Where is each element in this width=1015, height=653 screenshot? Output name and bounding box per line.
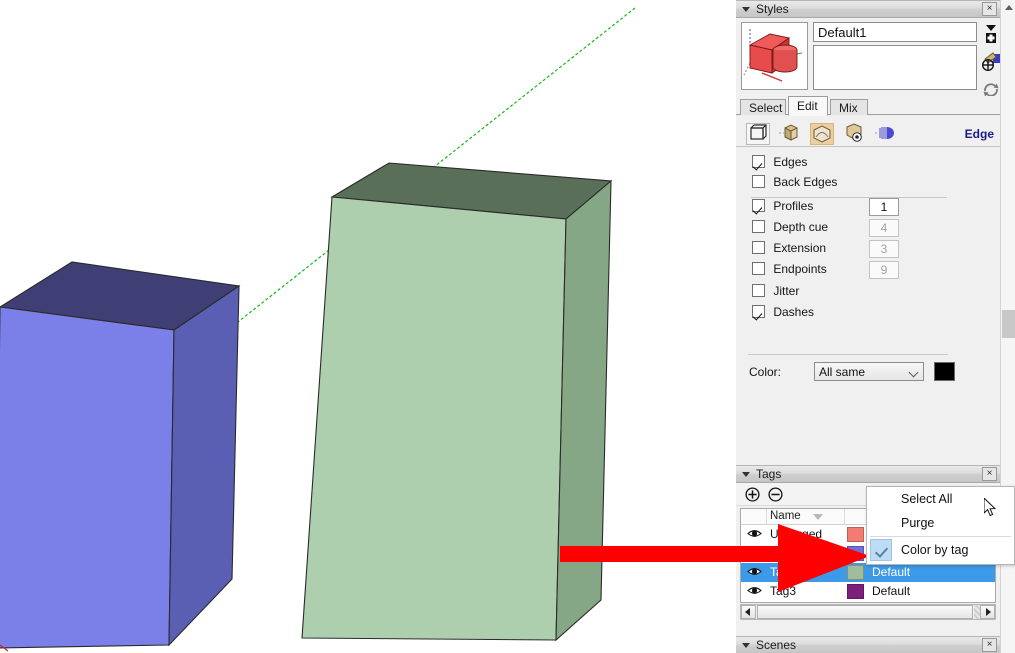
tags-horizontal-scrollbar[interactable]	[740, 604, 996, 620]
tab-select[interactable]: Select	[740, 99, 786, 115]
edge-color-swatch[interactable]	[934, 362, 955, 381]
checkbox-endpoints-row[interactable]: Endpoints	[752, 261, 827, 279]
scrollbar-thumb[interactable]	[757, 605, 973, 619]
tags-panel-title: Tags	[756, 467, 782, 481]
watermark-settings-icon[interactable]	[842, 123, 866, 145]
create-new-style-icon[interactable]	[981, 22, 1001, 46]
checkbox-dashes-row[interactable]: Dashes	[752, 304, 814, 322]
add-tag-button[interactable]	[745, 487, 760, 502]
checkbox-endpoints-label: Endpoints	[773, 261, 827, 276]
red-arrow-annotation	[560, 524, 870, 599]
color-label: Color:	[749, 365, 782, 379]
remove-tag-button[interactable]	[768, 487, 783, 502]
extension-value-input[interactable]: 3	[869, 240, 899, 258]
edge-settings-icon[interactable]	[746, 123, 770, 145]
checkbox-jitter[interactable]	[752, 284, 765, 298]
close-icon[interactable]: ×	[982, 638, 997, 652]
scenes-panel-title: Scenes	[756, 638, 797, 652]
collapse-triangle-icon[interactable]	[742, 642, 750, 648]
styles-panel: Styles × Default1 Select Edit Mix	[736, 0, 1000, 116]
styles-panel-title: Styles	[756, 2, 789, 16]
edge-color-selected-value: All same	[819, 365, 866, 379]
sketchup-window: Styles × Default1 Select Edit Mix Edge E…	[0, 0, 1015, 653]
divider-2	[748, 354, 948, 355]
tab-mix[interactable]: Mix	[830, 99, 868, 115]
close-icon[interactable]: ×	[982, 2, 997, 16]
scrollbar-thumb[interactable]	[1002, 310, 1015, 338]
tag-dashes[interactable]: Default	[872, 584, 910, 598]
checkbox-profiles-label: Profiles	[773, 198, 814, 213]
scroll-left-arrow-icon[interactable]	[741, 605, 756, 619]
column-header-name[interactable]: Name	[770, 510, 801, 522]
scenes-panel-header[interactable]: Scenes ×	[736, 636, 1000, 653]
checkbox-endpoints[interactable]	[752, 262, 765, 276]
tag-dashes[interactable]: Default	[872, 565, 910, 579]
chevron-down-icon[interactable]	[908, 367, 919, 378]
menu-separator	[870, 536, 1011, 537]
edit-toolbar: Edge	[736, 121, 1000, 147]
style-name-input[interactable]: Default1	[813, 22, 977, 42]
tags-panel-header[interactable]: Tags ×	[736, 465, 1000, 483]
background-settings-icon[interactable]	[810, 123, 834, 145]
checkbox-depth-cue-label: Depth cue	[773, 219, 829, 234]
checkbox-back-edges-row[interactable]: Back Edges	[752, 174, 837, 192]
check-icon	[870, 539, 892, 561]
checkbox-depth-cue[interactable]	[752, 220, 765, 234]
style-description-input[interactable]	[813, 45, 977, 90]
checkbox-extension-label: Extension	[773, 240, 827, 255]
checkbox-jitter-label: Jitter	[773, 283, 800, 298]
collapse-triangle-icon[interactable]	[742, 6, 750, 12]
sort-triangle-icon[interactable]	[813, 514, 823, 520]
styles-tabstrip: Select Edit Mix	[736, 96, 1000, 116]
styles-side-buttons	[981, 22, 1001, 106]
checkbox-dashes[interactable]	[752, 305, 765, 319]
edit-section-label: Edge	[964, 127, 994, 141]
checkbox-jitter-row[interactable]: Jitter	[752, 283, 799, 301]
styles-panel-header[interactable]: Styles ×	[736, 0, 1000, 18]
checkbox-depth-cue-row[interactable]: Depth cue	[752, 219, 828, 237]
checkbox-edges[interactable]	[752, 155, 765, 169]
close-icon[interactable]: ×	[982, 467, 997, 481]
face-settings-icon[interactable]	[778, 123, 802, 145]
checkbox-edges-label: Edges	[773, 154, 808, 169]
checkbox-dashes-label: Dashes	[773, 304, 815, 319]
checkbox-extension-row[interactable]: Extension	[752, 240, 826, 258]
style-thumbnail[interactable]	[741, 22, 808, 90]
tab-edit[interactable]: Edit	[788, 96, 828, 116]
checkbox-extension[interactable]	[752, 241, 765, 255]
profiles-value-input[interactable]: 1	[869, 198, 899, 216]
modeling-settings-icon[interactable]	[874, 123, 898, 145]
scroll-right-arrow-icon[interactable]	[980, 605, 995, 619]
mouse-cursor	[983, 496, 998, 521]
checkbox-back-edges-label: Back Edges	[773, 174, 838, 189]
edit-pane: Edge Edges Back Edges Profiles 1 Depth c…	[736, 121, 1000, 466]
depth-cue-value-input[interactable]: 4	[869, 219, 899, 237]
scroll-up-arrow-icon[interactable]	[1001, 0, 1015, 15]
blue-box-geometry	[0, 261, 241, 649]
checkbox-profiles-row[interactable]: Profiles	[752, 198, 813, 216]
scenes-panel: Scenes ×	[736, 636, 1000, 653]
styles-body: Default1	[736, 18, 1000, 97]
update-style-icon[interactable]	[981, 50, 1001, 74]
checkbox-edges-row[interactable]: Edges	[752, 154, 807, 172]
checkbox-back-edges[interactable]	[752, 175, 765, 189]
endpoints-value-input[interactable]: 9	[869, 261, 899, 279]
collapse-triangle-icon[interactable]	[742, 471, 750, 477]
edge-color-select[interactable]: All same	[814, 362, 924, 381]
checkbox-profiles[interactable]	[752, 199, 765, 213]
menu-item-color-by-tag-label: Color by tag	[901, 543, 969, 557]
menu-item-color-by-tag[interactable]: Color by tag	[867, 538, 1014, 562]
